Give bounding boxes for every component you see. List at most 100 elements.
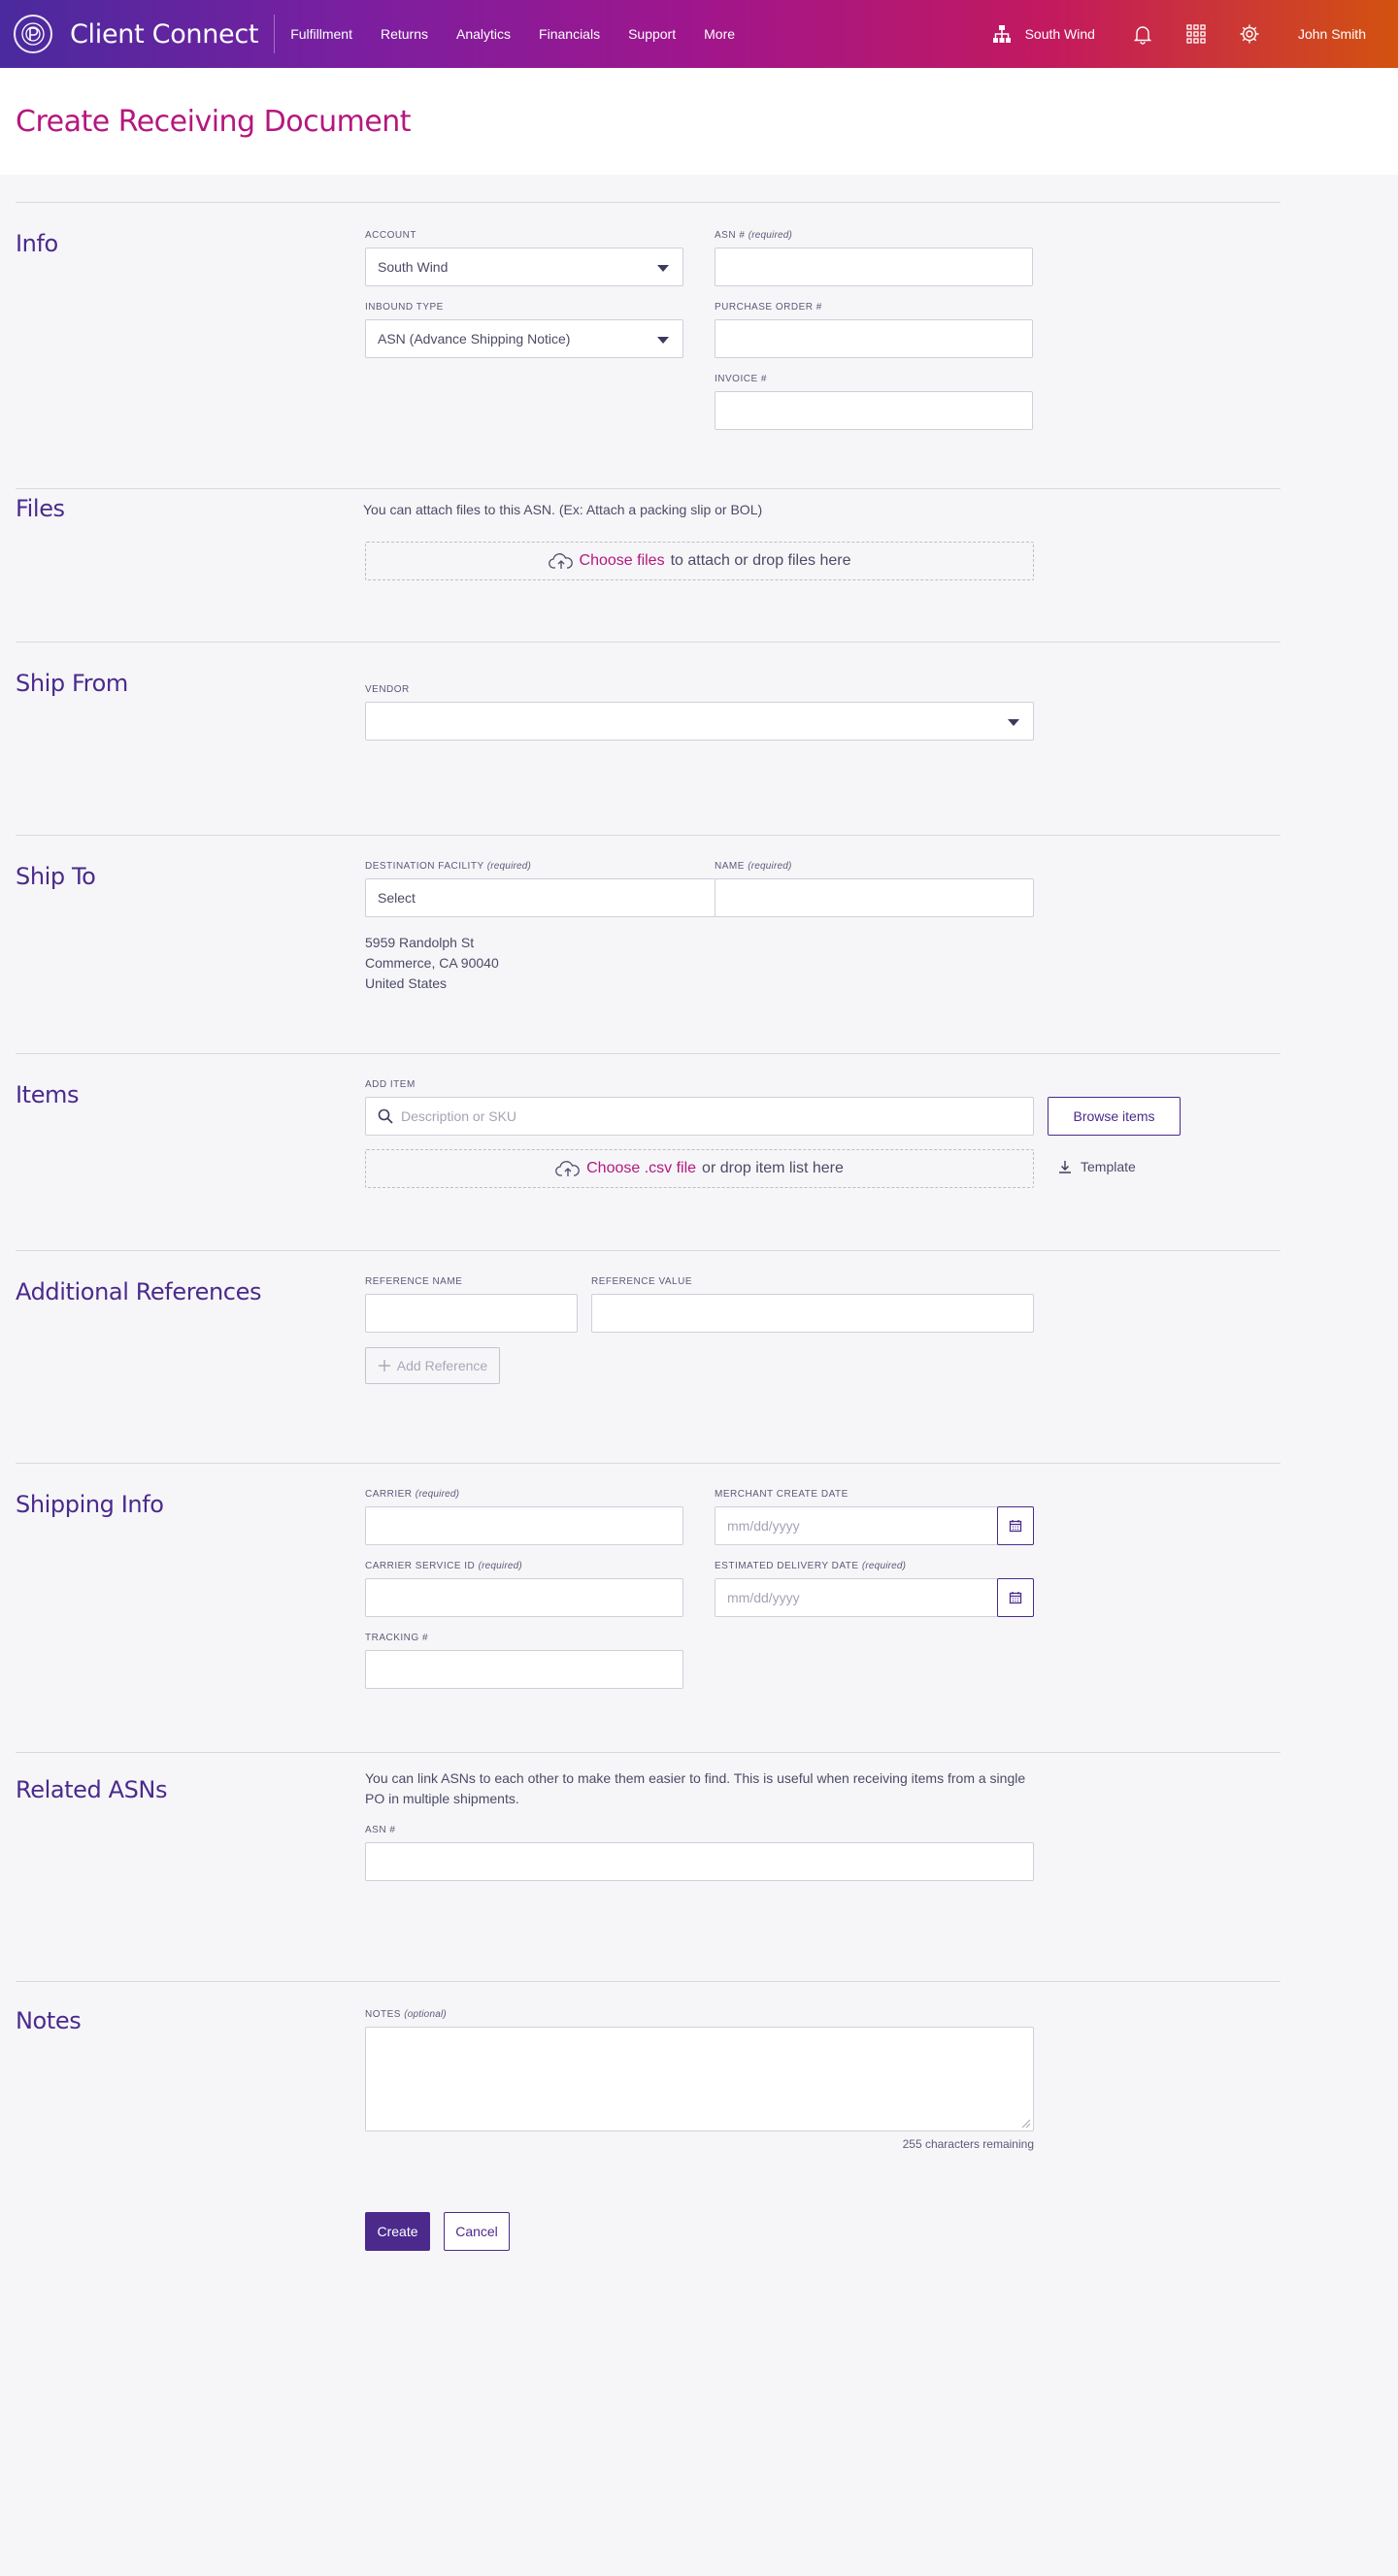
vendor-label: VENDOR xyxy=(365,684,410,695)
plus-icon xyxy=(378,1360,390,1371)
account-switcher[interactable]: South Wind xyxy=(992,24,1095,44)
nav-more[interactable]: More xyxy=(704,26,735,42)
choose-csv-link[interactable]: Choose .csv file xyxy=(586,1160,696,1177)
apps-grid-icon[interactable] xyxy=(1185,23,1207,45)
optional-marker: (optional) xyxy=(404,2009,447,2020)
address-line-3: United States xyxy=(365,975,448,991)
section-notes: Notes NOTES (optional) 255 characters re… xyxy=(16,1981,1281,2253)
gear-icon[interactable] xyxy=(1239,23,1260,45)
asn-label: ASN # (required) xyxy=(715,230,1033,242)
add-reference-button[interactable]: Add Reference xyxy=(365,1347,500,1384)
main-nav: Fulfillment Returns Analytics Financials… xyxy=(290,26,763,42)
template-link-label: Template xyxy=(1081,1159,1136,1174)
cancel-button[interactable]: Cancel xyxy=(444,2212,510,2251)
inbound-type-select[interactable]: ASN (Advance Shipping Notice) xyxy=(365,319,683,358)
ref-value-input[interactable] xyxy=(591,1294,1034,1333)
related-asns-help: You can link ASNs to each other to make … xyxy=(365,1770,1026,1806)
section-title-files: Files xyxy=(16,495,65,522)
account-select[interactable]: South Wind xyxy=(365,248,683,286)
required-marker: (required) xyxy=(486,861,532,872)
invoice-label: INVOICE # xyxy=(715,374,767,384)
file-dropzone[interactable]: Choose files to attach or drop files her… xyxy=(365,542,1034,580)
logo[interactable]: Client Connect xyxy=(0,0,258,68)
required-marker: (required) xyxy=(748,230,793,241)
create-button[interactable]: Create xyxy=(365,2212,430,2251)
section-related-asns: Related ASNs You can link ASNs to each o… xyxy=(16,1752,1281,1981)
csv-dropzone[interactable]: Choose .csv file or drop item list here xyxy=(365,1149,1034,1188)
search-icon xyxy=(378,1108,393,1124)
ref-value-label: REFERENCE VALUE xyxy=(591,1276,693,1287)
choose-files-link[interactable]: Choose files xyxy=(580,552,665,570)
invoice-input[interactable] xyxy=(715,391,1033,430)
section-title-ship-from: Ship From xyxy=(16,670,128,697)
user-menu[interactable]: John Smith xyxy=(1298,26,1366,42)
top-nav: Client Connect Fulfillment Returns Analy… xyxy=(0,0,1398,68)
calendar-icon xyxy=(1009,1592,1022,1604)
section-title-notes: Notes xyxy=(16,2007,82,2034)
account-name: South Wind xyxy=(1024,26,1095,42)
add-item-label: ADD ITEM xyxy=(365,1079,416,1090)
csv-drop-text: or drop item list here xyxy=(702,1160,844,1176)
ref-name-input[interactable] xyxy=(365,1294,578,1333)
section-title-additional-references: Additional References xyxy=(16,1278,262,1305)
facility-label: DESTINATION FACILITY (required) xyxy=(365,861,716,873)
nav-fulfillment[interactable]: Fulfillment xyxy=(290,26,352,42)
delivery-date-label-text: ESTIMATED DELIVERY DATE xyxy=(715,1561,859,1571)
nav-divider xyxy=(274,15,276,53)
cloud-upload-icon xyxy=(555,1161,580,1176)
vendor-select[interactable] xyxy=(365,702,1034,741)
name-input[interactable] xyxy=(715,878,1034,917)
notes-textarea[interactable] xyxy=(365,2027,1034,2131)
section-title-items: Items xyxy=(16,1081,80,1108)
service-label-text: CARRIER SERVICE ID xyxy=(365,1561,476,1571)
cloud-upload-icon xyxy=(548,553,573,569)
nav-support[interactable]: Support xyxy=(628,26,676,42)
delivery-date-label: ESTIMATED DELIVERY DATE (required) xyxy=(715,1561,1034,1572)
facility-select[interactable]: Select xyxy=(365,878,716,917)
account-value: South Wind xyxy=(378,259,449,275)
section-items: Items ADD ITEM Description or SKU Browse… xyxy=(16,1053,1281,1250)
facility-address: 5959 Randolph St Commerce, CA 90040 Unit… xyxy=(365,933,499,994)
merchant-date-label: MERCHANT CREATE DATE xyxy=(715,1489,849,1500)
asn-input[interactable] xyxy=(715,248,1033,286)
tracking-input[interactable] xyxy=(365,1650,683,1689)
section-additional-references: Additional References REFERENCE NAME REF… xyxy=(16,1250,1281,1463)
carrier-label-text: CARRIER xyxy=(365,1489,413,1500)
carrier-label: CARRIER (required) xyxy=(365,1489,683,1501)
nav-right: South Wind John Smith xyxy=(992,0,1398,68)
nav-financials[interactable]: Financials xyxy=(539,26,600,42)
resize-handle-icon[interactable] xyxy=(1021,2119,1031,2129)
po-input[interactable] xyxy=(715,319,1033,358)
template-download-link[interactable]: Template xyxy=(1057,1159,1136,1174)
app-name: Client Connect xyxy=(70,18,259,50)
item-search-input[interactable]: Description or SKU xyxy=(365,1097,1034,1136)
section-ship-to: Ship To DESTINATION FACILITY (required) … xyxy=(16,835,1281,1053)
page-header: Create Receiving Document xyxy=(0,68,1398,175)
section-info: Info ACCOUNT South Wind INBOUND TYPE ASN… xyxy=(16,202,1281,488)
section-ship-from: Ship From VENDOR xyxy=(16,642,1281,835)
bell-icon[interactable] xyxy=(1132,23,1153,45)
ref-name-label: REFERENCE NAME xyxy=(365,1276,463,1287)
section-title-info: Info xyxy=(16,230,58,257)
nav-returns[interactable]: Returns xyxy=(381,26,428,42)
related-asn-input[interactable] xyxy=(365,1842,1034,1881)
browse-items-button[interactable]: Browse items xyxy=(1048,1097,1181,1136)
account-label: ACCOUNT xyxy=(365,230,416,241)
merchant-date-input[interactable]: mm/dd/yyyy xyxy=(715,1506,1034,1545)
merchant-date-calendar-button[interactable] xyxy=(997,1506,1034,1545)
files-help-text: You can attach files to this ASN. (Ex: A… xyxy=(363,502,763,517)
notes-label-text: NOTES xyxy=(365,2009,401,2020)
item-search-placeholder: Description or SKU xyxy=(401,1108,517,1124)
service-label: CARRIER SERVICE ID (required) xyxy=(365,1561,683,1572)
inbound-type-label: INBOUND TYPE xyxy=(365,302,444,313)
carrier-service-input[interactable] xyxy=(365,1578,683,1617)
delivery-date-input[interactable]: mm/dd/yyyy xyxy=(715,1578,1034,1617)
files-drop-text: to attach or drop files here xyxy=(670,552,851,569)
address-line-2: Commerce, CA 90040 xyxy=(365,955,499,971)
carrier-input[interactable] xyxy=(365,1506,683,1545)
delivery-date-calendar-button[interactable] xyxy=(997,1578,1034,1617)
nav-analytics[interactable]: Analytics xyxy=(456,26,511,42)
required-marker: (required) xyxy=(478,1561,522,1571)
required-marker: (required) xyxy=(748,861,792,872)
address-line-1: 5959 Randolph St xyxy=(365,935,475,950)
